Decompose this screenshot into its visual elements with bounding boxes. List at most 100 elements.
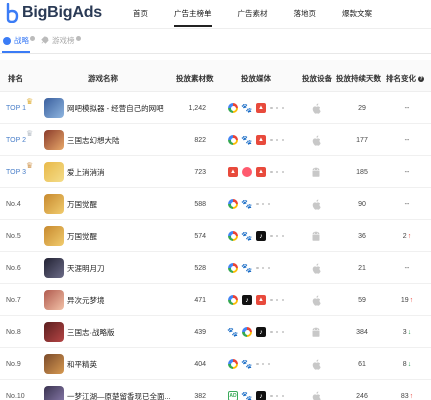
game-icon-cell[interactable]	[44, 156, 64, 188]
nav-ad-creatives[interactable]: 广告素材	[238, 0, 268, 29]
platform-tabs: 战略 游戏榜	[0, 30, 431, 54]
baidu-icon[interactable]: 🐾	[227, 327, 238, 337]
baidu-icon[interactable]: 🐾	[241, 103, 252, 113]
help-icon[interactable]: ?	[418, 76, 424, 82]
col-device[interactable]: 投放设备	[302, 73, 332, 84]
game-icon-cell[interactable]	[44, 124, 64, 156]
game-icon-cell[interactable]	[44, 380, 64, 400]
game-name-link[interactable]: 天涯明月刀	[67, 252, 105, 284]
more-media-icon[interactable]	[270, 330, 284, 334]
game-icon-cell[interactable]	[44, 316, 64, 348]
apple-icon	[310, 348, 322, 380]
brand-logo[interactable]: BigBigAds	[5, 3, 102, 23]
rank-change: --	[396, 156, 418, 188]
media-icons: AD 🐾 ♪	[228, 380, 284, 400]
baidu-icon[interactable]: 🐾	[241, 359, 252, 369]
media-circle-icon[interactable]	[242, 167, 252, 177]
google-ads-icon[interactable]	[242, 327, 252, 337]
google-ads-icon[interactable]	[228, 295, 238, 305]
duration-days: 36	[358, 232, 366, 240]
crown-icon: ♛	[26, 161, 34, 170]
game-icon-cell[interactable]	[44, 348, 64, 380]
duration-days: 59	[358, 296, 366, 304]
creative-count: 822	[194, 136, 206, 144]
game-thumbnail	[44, 354, 64, 374]
google-ads-icon[interactable]	[228, 135, 238, 145]
arrow-up-icon: ↑	[407, 232, 412, 240]
col-creative-count[interactable]: 投放素材数	[176, 73, 214, 84]
tiktok-icon[interactable]: ♪	[256, 327, 266, 337]
game-icon-cell[interactable]	[44, 220, 64, 252]
col-rank-change[interactable]: 排名变化?	[386, 73, 424, 84]
google-ads-icon[interactable]	[228, 231, 238, 241]
table-row[interactable]: TOP 2 ♛ 三国志幻想大陆 822 🐾 ▲ 177 --	[0, 124, 431, 156]
nav-advertiser-ranking[interactable]: 广告主榜单	[174, 0, 212, 29]
more-media-icon[interactable]	[256, 362, 270, 366]
game-name-link[interactable]: 万国觉醒	[67, 220, 97, 252]
table-row[interactable]: TOP 1 ♛ 网吧模拟器 - 经营自己的网吧 1,242 🐾 ▲ 29 --	[0, 92, 431, 124]
col-duration-days[interactable]: 投放持续天数	[336, 73, 381, 84]
baidu-icon[interactable]: 🐾	[241, 231, 252, 241]
more-media-icon[interactable]	[270, 394, 284, 398]
media-badge-icon[interactable]: ▲	[256, 135, 266, 145]
table-row[interactable]: No.9 和平精英 404 🐾 61 8 ↓	[0, 348, 431, 380]
tiktok-icon[interactable]: ♪	[242, 295, 252, 305]
duration-days: 384	[356, 328, 368, 336]
google-ads-icon[interactable]	[228, 359, 238, 369]
tiktok-icon[interactable]: ♪	[256, 231, 266, 241]
col-rank[interactable]: 排名	[8, 73, 23, 84]
google-ads-icon[interactable]	[228, 103, 238, 113]
col-media[interactable]: 投放媒体	[241, 73, 271, 84]
google-ads-icon[interactable]	[228, 263, 238, 273]
baidu-icon[interactable]: 🐾	[241, 391, 252, 400]
game-name-link[interactable]: 三国志·战略版	[67, 316, 115, 348]
more-media-icon[interactable]	[270, 298, 284, 302]
game-icon-cell[interactable]	[44, 92, 64, 124]
media-badge-icon[interactable]: ▲	[228, 167, 238, 177]
game-icon-cell[interactable]	[44, 188, 64, 220]
game-name-link[interactable]: 和平精英	[67, 348, 97, 380]
tab-game-ranking[interactable]: 游戏榜	[40, 35, 81, 46]
table-row[interactable]: TOP 3 ♛ 爱上消消消 723 ▲ ▲ 185 --	[0, 156, 431, 188]
crown-icon: ♛	[26, 129, 34, 138]
media-badge-icon[interactable]: ▲	[256, 295, 266, 305]
google-ads-icon[interactable]	[228, 199, 238, 209]
media-badge-icon[interactable]: ▲	[256, 103, 266, 113]
more-media-icon[interactable]	[256, 266, 270, 270]
table-row[interactable]: No.5 万国觉醒 574 🐾 ♪ 36 2 ↑	[0, 220, 431, 252]
col-game-name[interactable]: 游戏名称	[88, 73, 118, 84]
more-media-icon[interactable]	[256, 202, 270, 206]
more-media-icon[interactable]	[270, 106, 284, 110]
tiktok-icon[interactable]: ♪	[256, 391, 266, 400]
table-row[interactable]: No.10 一梦江湖—原楚留香现已全面... 382 AD 🐾 ♪ 246 83 ↑	[0, 380, 431, 400]
game-name-link[interactable]: 一梦江湖—原楚留香现已全面...	[67, 380, 171, 400]
game-icon-cell[interactable]	[44, 284, 64, 316]
baidu-icon[interactable]: 🐾	[241, 263, 252, 273]
game-name-link[interactable]: 网吧模拟器 - 经营自己的网吧	[67, 92, 164, 124]
table-row[interactable]: No.7 异次元梦境 471 ♪ ▲ 59 19 ↑	[0, 284, 431, 316]
rank-label: No.6	[6, 264, 21, 272]
tab-strategy[interactable]: 战略	[3, 35, 35, 46]
more-media-icon[interactable]	[270, 170, 284, 174]
game-name-link[interactable]: 异次元梦境	[67, 284, 105, 316]
nav-hot-copy[interactable]: 爆款文案	[342, 0, 372, 29]
game-name-link[interactable]: 爱上消消消	[67, 156, 105, 188]
more-media-icon[interactable]	[270, 138, 284, 142]
creative-count: 439	[194, 328, 206, 336]
table-row[interactable]: No.8 三国志·战略版 439 🐾 ♪ 384 3 ↓	[0, 316, 431, 348]
media-badge-icon[interactable]: ▲	[256, 167, 266, 177]
game-name-link[interactable]: 万国觉醒	[67, 188, 97, 220]
baidu-icon[interactable]: 🐾	[241, 135, 252, 145]
table-row[interactable]: No.6 天涯明月刀 528 🐾 21 --	[0, 252, 431, 284]
nav-landing-pages[interactable]: 落地页	[294, 0, 317, 29]
game-icon-cell[interactable]	[44, 252, 64, 284]
baidu-icon[interactable]: 🐾	[241, 199, 252, 209]
table-row[interactable]: No.4 万国觉醒 588 🐾 90 --	[0, 188, 431, 220]
more-media-icon[interactable]	[270, 234, 284, 238]
game-name-link[interactable]: 三国志幻想大陆	[67, 124, 120, 156]
nav-home[interactable]: 首页	[133, 0, 148, 29]
arrow-up-icon: ↑	[409, 392, 414, 400]
wechat-ads-icon[interactable]: AD	[228, 391, 238, 400]
creative-count: 588	[194, 200, 206, 208]
game-thumbnail	[44, 130, 64, 150]
